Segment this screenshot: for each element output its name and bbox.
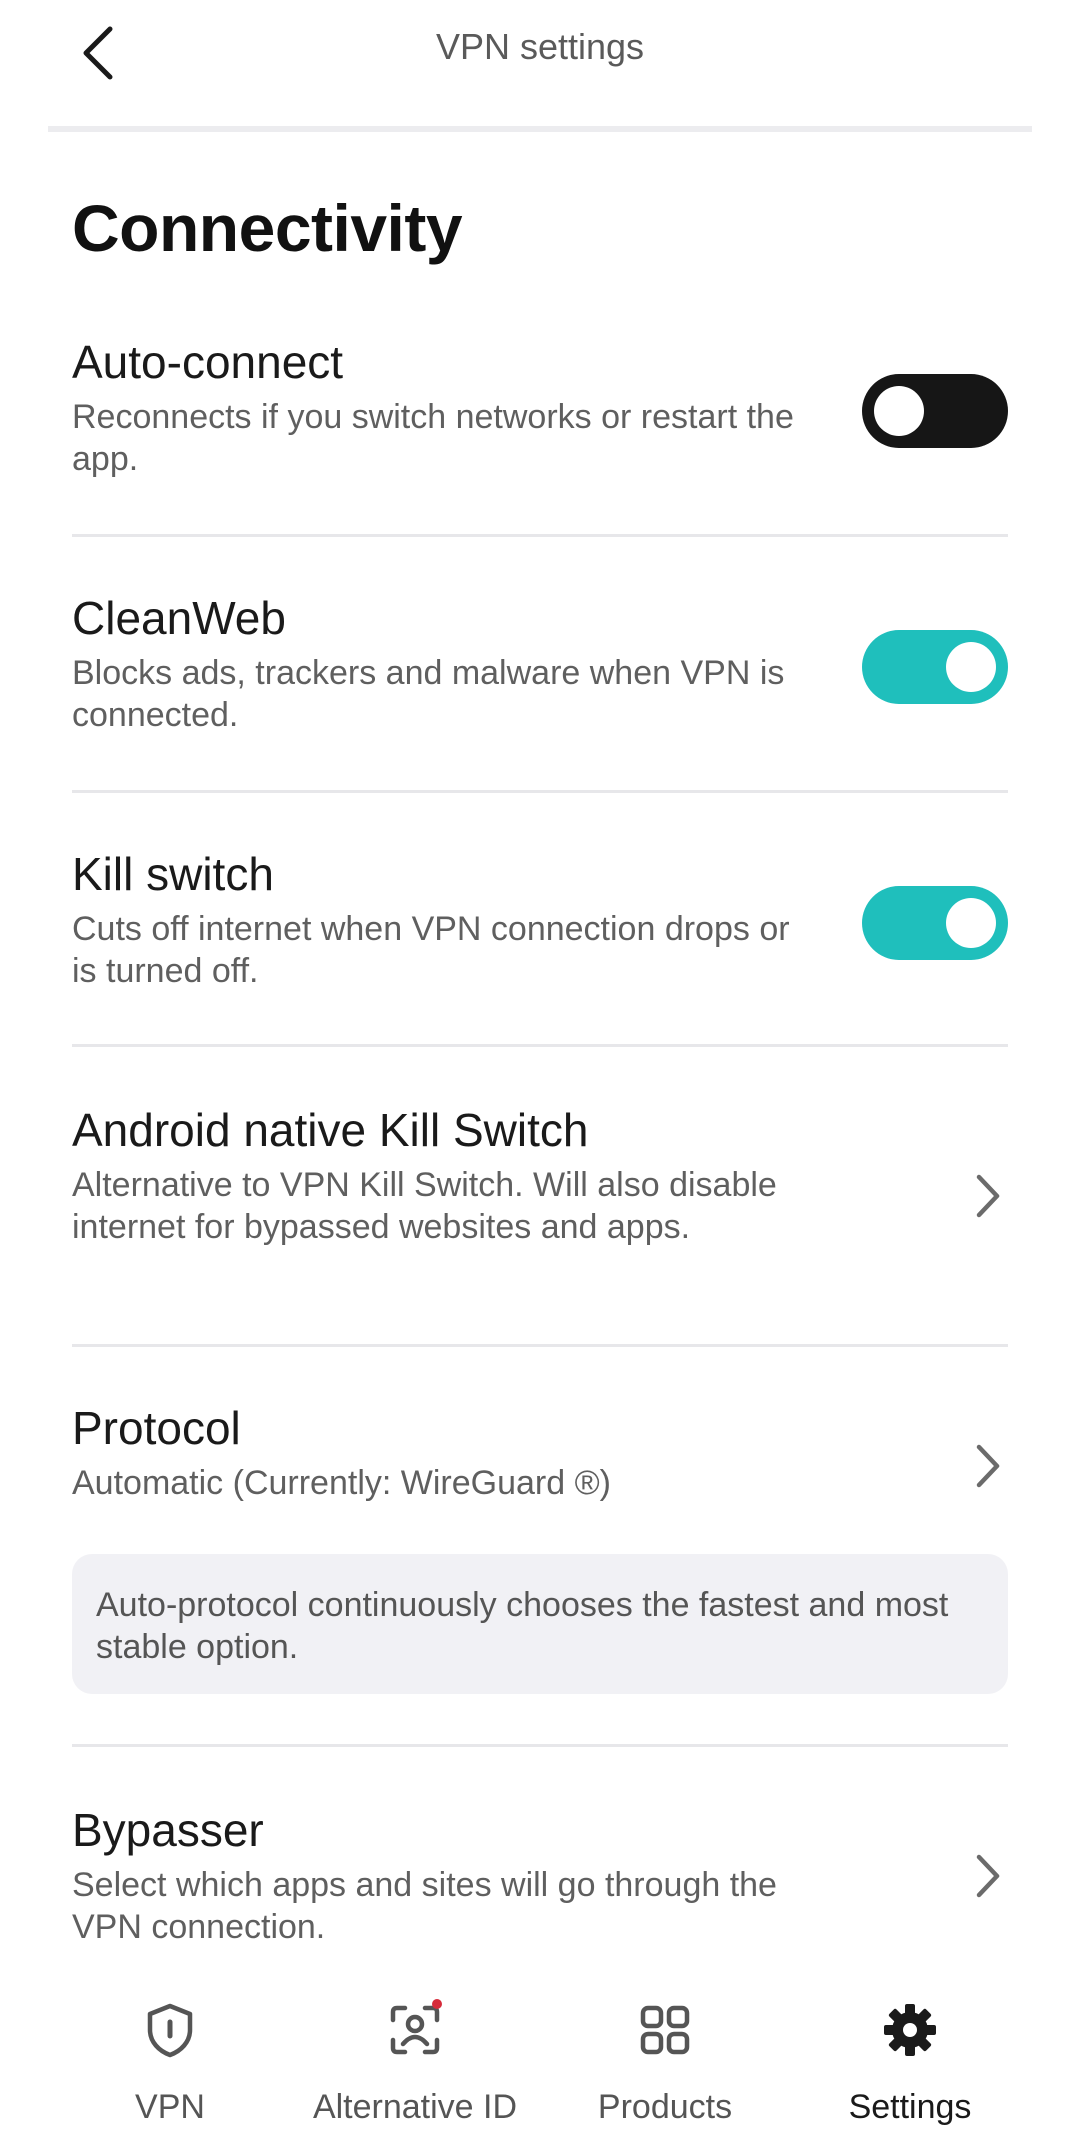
divider [72, 1044, 1008, 1047]
nav-item-alternative-id[interactable]: Alternative ID [290, 1976, 540, 2146]
chevron-right-icon [968, 1166, 1008, 1226]
protocol-row[interactable]: Protocol Automatic (Currently: WireGuard… [72, 1400, 1008, 1520]
bypasser-desc: Select which apps and sites will go thro… [72, 1866, 777, 1946]
gear-icon [884, 2004, 936, 2056]
protocol-title: Protocol [72, 1402, 241, 1454]
section-title: Connectivity [72, 191, 463, 265]
native-kill-switch-title: Android native Kill Switch [72, 1104, 589, 1156]
bypasser-title: Bypasser [72, 1804, 264, 1856]
app-header: VPN settings [0, 0, 1080, 132]
shield-icon [147, 2003, 193, 2058]
auto-connect-row[interactable]: Auto-connect Reconnects if you switch ne… [72, 334, 1008, 484]
toggle-knob [874, 386, 924, 436]
cleanweb-row[interactable]: CleanWeb Blocks ads, trackers and malwar… [72, 590, 1008, 740]
bypasser-row[interactable]: Bypasser Select which apps and sites wil… [72, 1802, 1008, 1962]
chevron-right-icon [968, 1436, 1008, 1496]
kill-switch-desc: Cuts off internet when VPN connection dr… [72, 910, 790, 990]
bottom-nav: VPN Alternative ID Products Settings [0, 1976, 1080, 2146]
protocol-info-text: Auto-protocol continuously chooses the f… [96, 1586, 949, 1666]
toggle-knob [946, 642, 996, 692]
nav-item-vpn[interactable]: VPN [45, 1976, 295, 2146]
nav-item-settings[interactable]: Settings [785, 1976, 1035, 2146]
nav-label-alternative-id: Alternative ID [312, 2088, 518, 2126]
chevron-right-icon [968, 1846, 1008, 1906]
kill-switch-toggle[interactable] [862, 886, 1008, 960]
divider [72, 1744, 1008, 1747]
vpn-settings-screen: VPN settings Connectivity Auto-connect R… [0, 0, 1080, 2146]
nav-label-vpn: VPN [135, 2088, 205, 2126]
divider [72, 534, 1008, 537]
alternative-id-icon [390, 1999, 442, 2055]
notification-badge [432, 1999, 442, 2009]
page-title: VPN settings [435, 26, 645, 67]
auto-connect-title: Auto-connect [72, 336, 344, 388]
auto-connect-toggle[interactable] [862, 374, 1008, 448]
protocol-desc: Automatic (Currently: WireGuard ®) [72, 1464, 611, 1502]
divider [72, 790, 1008, 793]
protocol-info-box: Auto-protocol continuously chooses the f… [72, 1554, 1008, 1694]
auto-connect-desc: Reconnects if you switch networks or res… [72, 398, 794, 478]
cleanweb-desc: Blocks ads, trackers and malware when VP… [72, 654, 785, 734]
toggle-knob [946, 898, 996, 948]
nav-item-products[interactable]: Products [540, 1976, 790, 2146]
kill-switch-title: Kill switch [72, 848, 274, 900]
native-kill-switch-desc: Alternative to VPN Kill Switch. Will als… [72, 1166, 777, 1246]
nav-label-products: Products [597, 2088, 733, 2126]
kill-switch-row[interactable]: Kill switch Cuts off internet when VPN c… [72, 846, 1008, 996]
cleanweb-title: CleanWeb [72, 592, 286, 644]
divider [72, 1344, 1008, 1347]
nav-label-settings: Settings [848, 2088, 972, 2126]
header-divider [48, 126, 1032, 132]
grid-icon [640, 2005, 690, 2055]
cleanweb-toggle[interactable] [862, 630, 1008, 704]
native-kill-switch-row[interactable]: Android native Kill Switch Alternative t… [72, 1102, 1008, 1302]
